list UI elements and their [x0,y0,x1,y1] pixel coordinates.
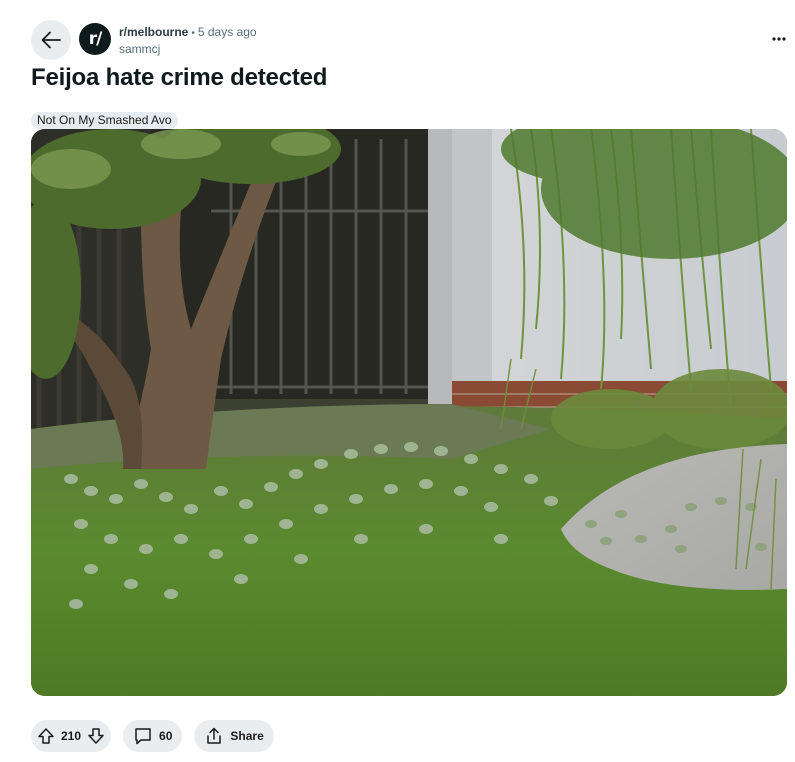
more-options-button[interactable] [767,29,791,49]
arrow-left-icon [40,29,62,51]
post-image[interactable] [31,129,787,696]
speech-bubble-icon [133,726,153,746]
post-actions: 210 60 Share [31,720,274,752]
vote-score: 210 [61,729,82,743]
vote-control: 210 [31,720,112,752]
arrow-down-icon [88,728,104,744]
post-meta: r/melbourne • 5 days ago sammcj [119,25,257,56]
subreddit-avatar[interactable]: r/ [79,23,111,55]
ellipsis-icon [772,37,786,41]
downvote-button[interactable] [87,727,105,745]
upvote-button[interactable] [37,727,55,745]
post-title[interactable]: Feijoa hate crime detected [31,64,327,92]
share-button[interactable]: Share [194,720,274,752]
post-time: 5 days ago [197,25,257,39]
arrow-up-icon [38,728,54,744]
meta-separator: • [191,28,195,39]
back-button[interactable] [31,20,71,60]
subreddit-avatar-label: r/ [88,29,103,49]
comment-count: 60 [159,729,173,743]
subreddit-link[interactable]: r/melbourne [119,25,188,39]
post-header: r/ r/melbourne • 5 days ago sammcj [31,19,791,61]
author-link[interactable]: sammcj [119,42,257,56]
share-icon [204,726,224,746]
post-flair[interactable]: Not On My Smashed Avo [31,112,178,129]
comments-button[interactable]: 60 [123,720,183,752]
share-label: Share [230,729,264,743]
